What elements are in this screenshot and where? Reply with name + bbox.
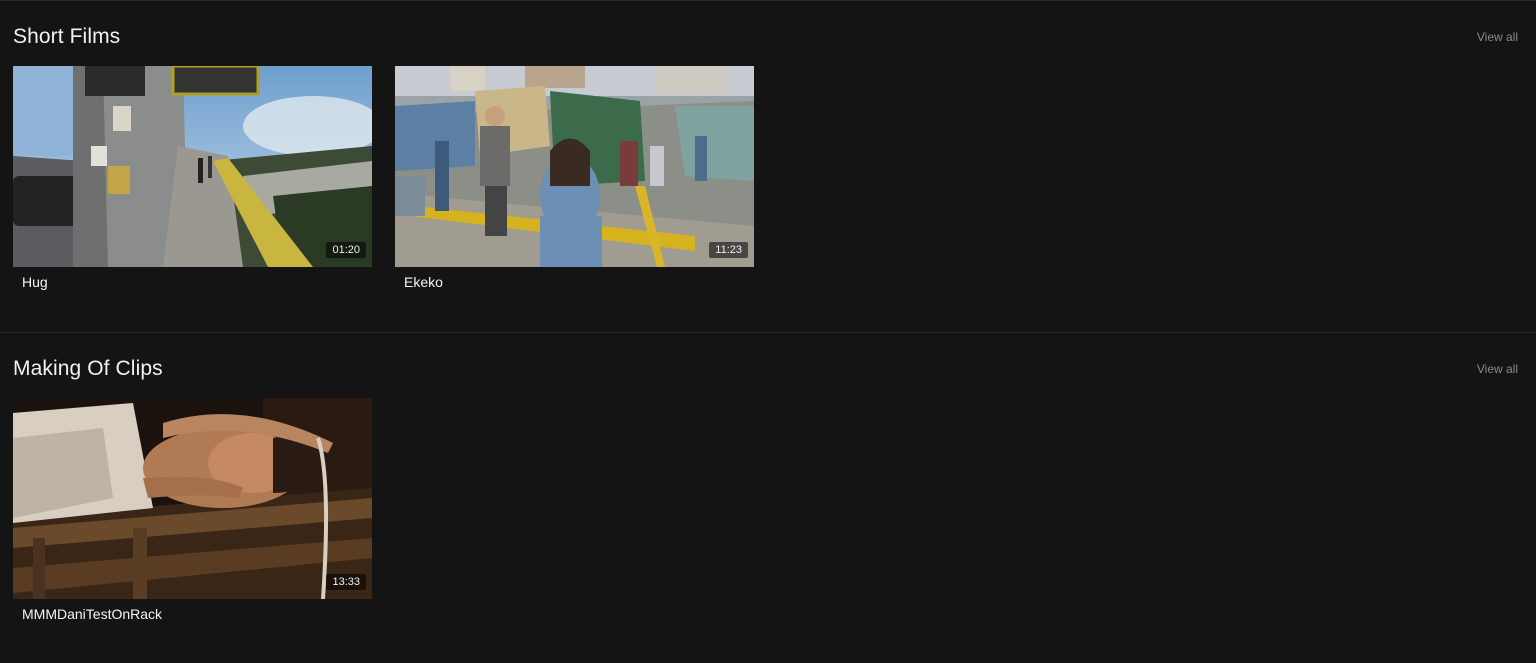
view-all-link[interactable]: View all (1477, 30, 1518, 44)
duration-badge: 11:23 (709, 242, 748, 258)
section-title: Short Films (13, 25, 121, 48)
rack-scene-image (13, 398, 372, 599)
duration-badge: 13:33 (326, 574, 366, 590)
video-card-hug[interactable]: 01:20 Hug (13, 66, 372, 290)
video-thumbnail[interactable]: 11:23 (395, 66, 754, 267)
video-card-ekeko[interactable]: 11:23 Ekeko (395, 66, 754, 290)
section-short-films: Short Films View all 01:20 Hug 11:23 Eke… (0, 1, 1536, 332)
bridge-scene-image (13, 66, 372, 267)
video-thumbnail[interactable]: 01:20 (13, 66, 372, 267)
view-all-link[interactable]: View all (1477, 362, 1518, 376)
market-scene-image (395, 66, 754, 267)
video-title[interactable]: MMMDaniTestOnRack (13, 606, 372, 622)
section-making-of-clips: Making Of Clips View all 13:33 MMMDaniTe… (0, 332, 1536, 663)
video-library-page: Short Films View all 01:20 Hug 11:23 Eke… (0, 0, 1536, 663)
video-title[interactable]: Hug (13, 274, 372, 290)
video-thumbnail[interactable]: 13:33 (13, 398, 372, 599)
video-title[interactable]: Ekeko (395, 274, 754, 290)
video-card-mmmdanitestonrack[interactable]: 13:33 MMMDaniTestOnRack (13, 398, 372, 622)
section-title: Making Of Clips (13, 357, 163, 380)
duration-badge: 01:20 (326, 242, 366, 258)
